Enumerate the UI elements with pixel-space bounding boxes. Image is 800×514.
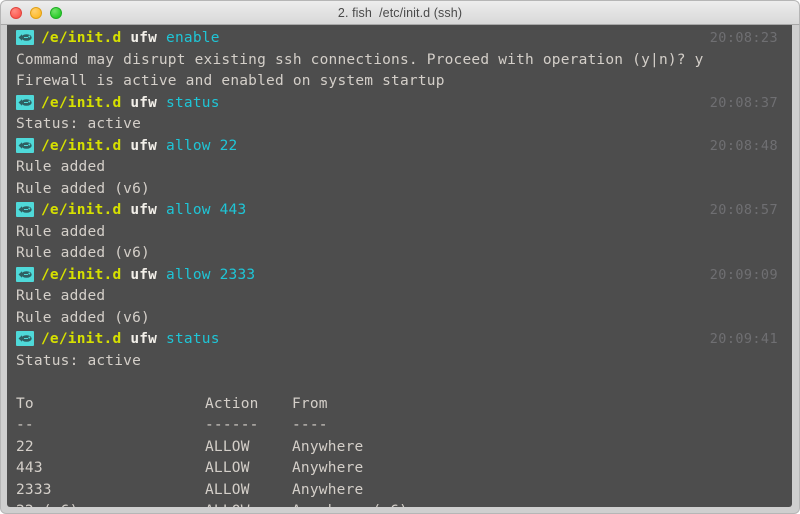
output-line: Rule added (v6) bbox=[7, 243, 792, 265]
prompt-command: ufw bbox=[130, 95, 157, 111]
cell-to: To bbox=[16, 394, 205, 416]
output-text: Rule added (v6) bbox=[16, 245, 150, 261]
cell-action: Action bbox=[205, 394, 292, 416]
prompt-command: ufw bbox=[130, 30, 157, 46]
prompt-cwd: /e/init.d bbox=[41, 267, 121, 283]
cell-to: -- bbox=[16, 415, 205, 437]
table-row: 22ALLOWAnywhere bbox=[7, 437, 792, 459]
output-line: Status: active bbox=[7, 351, 792, 373]
prompt-line: /e/init.d ufw allow 22 20:08:48 bbox=[7, 136, 792, 158]
output-line: Rule added (v6) bbox=[7, 308, 792, 330]
fish-icon bbox=[16, 267, 34, 282]
cell-from: From bbox=[292, 396, 328, 412]
prompt-command: ufw bbox=[130, 267, 157, 283]
terminal-window: 2. fish /etc/init.d (ssh) /e/init.d ufw … bbox=[0, 0, 800, 514]
cell-to: 443 bbox=[16, 458, 205, 480]
output-text: Command may disrupt existing ssh connect… bbox=[16, 52, 704, 68]
output-line: Rule added (v6) bbox=[7, 179, 792, 201]
prompt-argument: status bbox=[166, 95, 220, 111]
output-line: Status: active bbox=[7, 114, 792, 136]
table-row: 22 (v6)ALLOWAnywhere (v6) bbox=[7, 501, 792, 507]
prompt-line: /e/init.d ufw status 20:08:37 bbox=[7, 93, 792, 115]
output-text: Rule added bbox=[16, 224, 105, 240]
terminal-frame: /e/init.d ufw enable 20:08:23 Command may … bbox=[0, 25, 800, 514]
prompt-argument: allow 2333 bbox=[166, 267, 255, 283]
output-text: Rule added (v6) bbox=[16, 310, 150, 326]
cell-to: 22 bbox=[16, 437, 205, 459]
cell-to: 2333 bbox=[16, 480, 205, 502]
prompt-line: /e/init.d ufw allow 443 20:08:57 bbox=[7, 200, 792, 222]
output-line: Rule added bbox=[7, 286, 792, 308]
prompt-argument: status bbox=[166, 331, 220, 347]
cell-action: ------ bbox=[205, 415, 292, 437]
window-titlebar[interactable]: 2. fish /etc/init.d (ssh) bbox=[0, 0, 800, 25]
fish-icon bbox=[16, 30, 34, 45]
table-row: 2333ALLOWAnywhere bbox=[7, 480, 792, 502]
terminal-screen[interactable]: /e/init.d ufw enable 20:08:23 Command may … bbox=[7, 25, 792, 507]
cell-from: Anywhere bbox=[292, 482, 363, 498]
cell-from: Anywhere (v6) bbox=[292, 503, 408, 507]
cell-action: ALLOW bbox=[205, 437, 292, 459]
line-timestamp-5: 20:08:48 bbox=[710, 136, 778, 158]
output-line: Command may disrupt existing ssh connect… bbox=[7, 50, 792, 72]
cell-from: Anywhere bbox=[292, 439, 363, 455]
prompt-cwd: /e/init.d bbox=[41, 95, 121, 111]
cell-action: ALLOW bbox=[205, 480, 292, 502]
prompt-argument: enable bbox=[166, 30, 220, 46]
prompt-cwd: /e/init.d bbox=[41, 331, 121, 347]
line-timestamp-11: 20:09:09 bbox=[710, 265, 778, 287]
output-text: Firewall is active and enabled on system… bbox=[16, 73, 445, 89]
fish-icon bbox=[16, 331, 34, 346]
table-header-row: ToActionFrom bbox=[7, 394, 792, 416]
line-timestamp-0: 20:08:23 bbox=[710, 28, 778, 50]
prompt-cwd: /e/init.d bbox=[41, 30, 121, 46]
blank-line bbox=[7, 372, 792, 394]
line-timestamp-14: 20:09:41 bbox=[710, 329, 778, 351]
output-line: Firewall is active and enabled on system… bbox=[7, 71, 792, 93]
table-row: 443ALLOWAnywhere bbox=[7, 458, 792, 480]
close-button[interactable] bbox=[10, 7, 22, 19]
fish-icon bbox=[16, 202, 34, 217]
line-timestamp-3: 20:08:37 bbox=[710, 93, 778, 115]
prompt-argument: allow 443 bbox=[166, 202, 246, 218]
prompt-argument: allow 22 bbox=[166, 138, 237, 154]
prompt-command: ufw bbox=[130, 138, 157, 154]
output-text: Rule added bbox=[16, 159, 105, 175]
output-text: Status: active bbox=[16, 353, 141, 369]
cell-action: ALLOW bbox=[205, 458, 292, 480]
fish-icon bbox=[16, 138, 34, 153]
output-text: Status: active bbox=[16, 116, 141, 132]
cell-to: 22 (v6) bbox=[16, 501, 205, 507]
window-title: 2. fish /etc/init.d (ssh) bbox=[1, 6, 799, 20]
minimize-button[interactable] bbox=[30, 7, 42, 19]
prompt-cwd: /e/init.d bbox=[41, 138, 121, 154]
line-timestamp-8: 20:08:57 bbox=[710, 200, 778, 222]
cell-from: Anywhere bbox=[292, 460, 363, 476]
prompt-line: /e/init.d ufw enable 20:08:23 bbox=[7, 28, 792, 50]
prompt-cwd: /e/init.d bbox=[41, 202, 121, 218]
prompt-command: ufw bbox=[130, 331, 157, 347]
output-line: Rule added bbox=[7, 157, 792, 179]
prompt-line: /e/init.d ufw allow 2333 20:09:09 bbox=[7, 265, 792, 287]
prompt-command: ufw bbox=[130, 202, 157, 218]
fish-icon bbox=[16, 95, 34, 110]
output-line: Rule added bbox=[7, 222, 792, 244]
window-controls bbox=[10, 7, 62, 19]
output-text: Rule added bbox=[16, 288, 105, 304]
cell-action: ALLOW bbox=[205, 501, 292, 507]
table-separator-row: ------------ bbox=[7, 415, 792, 437]
prompt-line: /e/init.d ufw status 20:09:41 bbox=[7, 329, 792, 351]
cell-from: ---- bbox=[292, 417, 328, 433]
output-text: Rule added (v6) bbox=[16, 181, 150, 197]
zoom-button[interactable] bbox=[50, 7, 62, 19]
